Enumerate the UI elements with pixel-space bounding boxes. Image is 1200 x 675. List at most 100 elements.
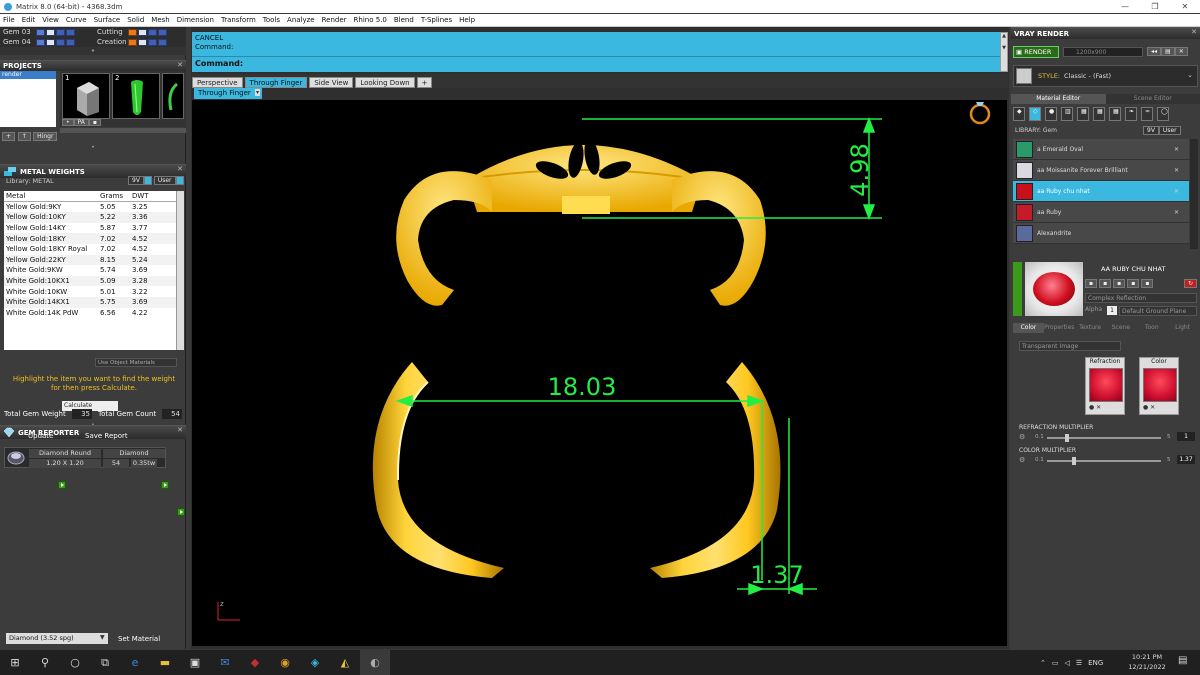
- gem-library-icon[interactable]: ◇: [1029, 107, 1041, 121]
- collapse-tab[interactable]: [1013, 262, 1022, 316]
- slider-knob[interactable]: [1072, 457, 1076, 465]
- list-item[interactable]: Alexandrite: [1013, 223, 1189, 244]
- layer-render-chip[interactable]: [158, 38, 167, 46]
- file-explorer-icon[interactable]: ▬: [150, 650, 180, 675]
- up-project-button[interactable]: ↑: [17, 132, 31, 141]
- minimize-button[interactable]: —: [1110, 0, 1140, 13]
- close-render-icon[interactable]: ✕: [1174, 47, 1188, 56]
- save-icon[interactable]: ▤: [1161, 47, 1175, 56]
- table-row[interactable]: Yellow Gold:18KY Royal 7.02 4.52: [4, 243, 176, 255]
- user-dropdown[interactable]: User: [1158, 126, 1181, 135]
- remove-icon[interactable]: ✕: [1174, 209, 1179, 216]
- table-row[interactable]: Yellow Gold:14KY 5.87 3.77: [4, 222, 176, 234]
- list-item[interactable]: a Emerald Oval ✕: [1013, 139, 1189, 160]
- table-row[interactable]: Yellow Gold:22KY 8.15 5.24: [4, 254, 176, 266]
- list-item[interactable]: aa Moissanite Forever Brilliant ✕: [1013, 160, 1189, 181]
- swatch-controls[interactable]: ● ✕: [1089, 404, 1101, 411]
- thumb-scrollbar[interactable]: [60, 128, 186, 133]
- material-action[interactable]: ▪: [1113, 279, 1126, 288]
- layer-color-chip[interactable]: [128, 28, 137, 36]
- save-report-button[interactable]: [160, 480, 169, 489]
- alpha-field[interactable]: 1: [1107, 306, 1117, 315]
- bulb-icon[interactable]: ◯: [1157, 107, 1169, 121]
- wave-icon[interactable]: ≈: [1141, 107, 1153, 121]
- layer-lock-chip[interactable]: [56, 38, 65, 46]
- table-row[interactable]: White Gold:10KX1 5.09 3.28: [4, 275, 176, 287]
- mail-icon[interactable]: ✉: [210, 650, 240, 675]
- metal-table[interactable]: Metal Grams DWT Yellow Gold:9KY 5.05 3.25 Y…: [4, 191, 176, 350]
- command-prompt[interactable]: Command:: [195, 59, 243, 68]
- search-icon[interactable]: ⚲: [30, 650, 60, 675]
- layer-row[interactable]: Gem 04: [0, 37, 92, 47]
- layer-render-chip[interactable]: [158, 28, 167, 36]
- prev-icon[interactable]: ◂◂: [1147, 47, 1162, 56]
- menu-edit[interactable]: Edit: [22, 16, 36, 24]
- tab-side-view[interactable]: Side View: [309, 77, 354, 88]
- menu-rhino[interactable]: Rhino 5.0: [354, 16, 387, 24]
- color-swatch[interactable]: Color ● ✕: [1139, 357, 1179, 415]
- tab-toon[interactable]: Toon: [1136, 323, 1167, 333]
- wifi-icon[interactable]: ☰: [1076, 659, 1082, 667]
- close-icon[interactable]: ✕: [1191, 28, 1197, 36]
- refraction-multiplier-value[interactable]: 1: [1177, 432, 1195, 441]
- user-dropdown[interactable]: User: [153, 176, 176, 185]
- slider-handle[interactable]: •: [0, 423, 186, 428]
- remove-icon[interactable]: ✕: [1174, 188, 1179, 195]
- collapse-handle[interactable]: •: [0, 145, 186, 151]
- tab-scene[interactable]: Scene: [1105, 323, 1136, 333]
- project-thumb[interactable]: 1: [62, 73, 110, 119]
- tab-looking-down[interactable]: Looking Down: [355, 77, 415, 88]
- leaf-icon[interactable]: ❧: [1125, 107, 1137, 121]
- tab-material-editor[interactable]: Material Editor: [1011, 94, 1106, 104]
- layer-color-chip[interactable]: [36, 28, 45, 36]
- rhino-icon[interactable]: ◭: [330, 650, 360, 675]
- refraction-swatch[interactable]: Refraction ● ✕: [1085, 357, 1125, 415]
- material-action[interactable]: ▪: [1099, 279, 1112, 288]
- grid-icon[interactable]: ▦: [1109, 107, 1121, 121]
- app-icon[interactable]: ◆: [240, 650, 270, 675]
- project-item[interactable]: render: [0, 71, 56, 79]
- gear-icon[interactable]: ⚙: [1019, 456, 1025, 464]
- project-thumb-partial[interactable]: [162, 73, 184, 119]
- network-icon[interactable]: ▭: [1052, 659, 1059, 667]
- language-indicator[interactable]: ENG: [1088, 659, 1103, 667]
- color-multiplier-slider[interactable]: [1047, 457, 1161, 465]
- speaker-icon[interactable]: ◁: [1065, 659, 1070, 667]
- color-multiplier-value[interactable]: 1.37: [1177, 455, 1195, 464]
- slider-knob[interactable]: [1065, 434, 1069, 442]
- grid-icon[interactable]: ▦: [1077, 107, 1089, 121]
- sphere-icon[interactable]: ●: [1045, 107, 1057, 121]
- library-dropdown[interactable]: 9V: [128, 176, 144, 185]
- remove-icon[interactable]: ✕: [1174, 167, 1179, 174]
- remove-icon[interactable]: ✕: [1174, 146, 1179, 153]
- close-icon[interactable]: ✕: [177, 61, 183, 69]
- layer-visible-chip[interactable]: [46, 28, 55, 36]
- menu-tools[interactable]: Tools: [263, 16, 280, 24]
- table-row[interactable]: Yellow Gold:9KY 5.05 3.25: [4, 201, 176, 213]
- table-row[interactable]: Yellow Gold:18KY 7.02 4.52: [4, 233, 176, 244]
- viewport-label[interactable]: Through Finger ▾: [194, 88, 262, 99]
- project-thumb[interactable]: 2: [112, 73, 160, 119]
- ring-view-icon[interactable]: [969, 102, 991, 125]
- notification-icon[interactable]: ▤: [1178, 655, 1187, 666]
- layer-render-chip[interactable]: [66, 28, 75, 36]
- thumb-pa[interactable]: PA: [73, 119, 89, 126]
- gear-icon[interactable]: ⚙: [1019, 433, 1025, 441]
- layer-color-chip[interactable]: [128, 38, 137, 46]
- material-select[interactable]: Diamond (3.52 spg): [6, 633, 108, 644]
- table-row[interactable]: White Gold:14KX1 5.75 3.69: [4, 296, 176, 308]
- swatch-controls[interactable]: ● ✕: [1143, 404, 1155, 411]
- ground-plane-select[interactable]: Default Ground Plane: [1119, 306, 1197, 316]
- style-selector[interactable]: STYLE: Classic - (Fast) ⌄: [1013, 65, 1198, 87]
- layer-lock-chip[interactable]: [148, 38, 157, 46]
- library-dropdown[interactable]: 9V: [1143, 126, 1159, 135]
- menu-solid[interactable]: Solid: [127, 16, 144, 24]
- menu-dimension[interactable]: Dimension: [177, 16, 214, 24]
- layer-lock-chip[interactable]: [148, 28, 157, 36]
- list-item[interactable]: aa Ruby ✕: [1013, 202, 1189, 223]
- table-row[interactable]: White Gold:9KW 5.74 3.69: [4, 265, 176, 276]
- gradient-icon[interactable]: ▥: [1061, 107, 1073, 121]
- layer-color-chip[interactable]: [36, 38, 45, 46]
- render-button[interactable]: ▣ RENDER: [1013, 46, 1059, 58]
- gem-row-go-button[interactable]: [177, 507, 186, 516]
